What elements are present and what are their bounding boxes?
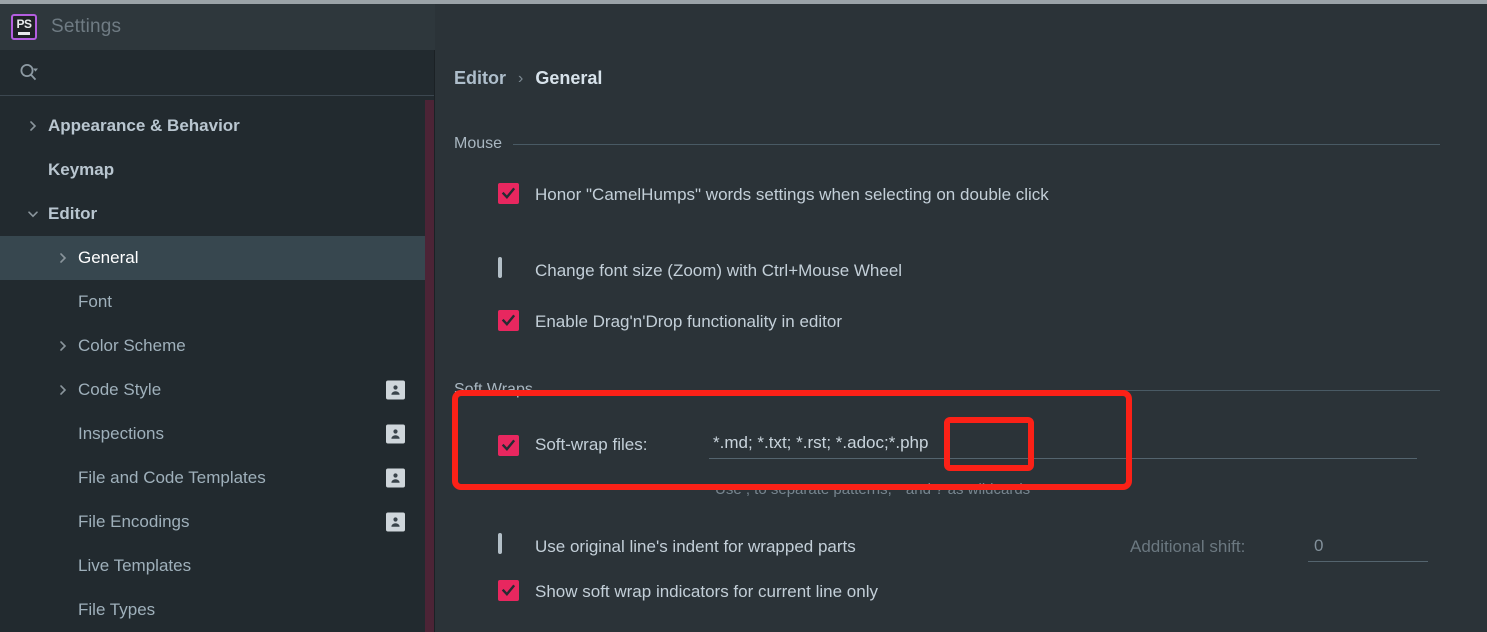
logo-text: PS <box>16 17 32 32</box>
checkbox-row-soft-wrap-files[interactable]: Soft-wrap files: <box>498 434 647 456</box>
section-title-mouse: Mouse <box>454 135 503 152</box>
logo-underline <box>18 32 30 35</box>
sidebar-search-row[interactable] <box>0 50 435 96</box>
sidebar-divider <box>434 50 435 632</box>
checkbox-label-honor-camelhumps: Honor "CamelHumps" words settings when s… <box>535 185 1049 204</box>
chevron-right-icon[interactable] <box>56 383 70 397</box>
person-icon <box>386 380 405 400</box>
sidebar-item-general[interactable]: General <box>0 236 435 280</box>
window-title: Settings <box>51 16 122 37</box>
sidebar-item-label: Font <box>78 292 113 311</box>
sidebar-item-label: File Encodings <box>78 512 190 531</box>
label-additional-shift: Additional shift: <box>1130 537 1246 556</box>
checkbox-row-change-font-size[interactable]: Change font size (Zoom) with Ctrl+Mouse … <box>498 257 903 284</box>
checkbox-show-soft-wrap-indicators[interactable] <box>498 580 519 601</box>
checkbox-label-drag-n-drop: Enable Drag'n'Drop functionality in edit… <box>535 312 842 331</box>
title-bar: PS Settings <box>0 4 435 50</box>
person-icon <box>386 512 405 532</box>
sidebar-item-file-types[interactable]: File Types <box>0 588 435 632</box>
settings-sidebar: Appearance & Behavior Keymap Editor General… <box>0 50 435 632</box>
sidebar-item-file-encodings[interactable]: File Encodings <box>0 500 435 544</box>
checkbox-row-use-original-indent[interactable]: Use original line's indent for wrapped p… <box>498 533 856 560</box>
sidebar-item-label: General <box>78 248 139 267</box>
sidebar-item-label: Editor <box>48 204 98 223</box>
person-icon <box>386 424 405 444</box>
person-icon <box>386 468 405 488</box>
sidebar-item-editor[interactable]: Editor <box>0 192 435 236</box>
search-input[interactable] <box>48 60 418 86</box>
settings-main-panel: Editor › General Mouse Honor "CamelHumps… <box>436 4 1487 632</box>
sidebar-item-label: File Types <box>78 600 156 619</box>
checkbox-row-show-soft-wrap-indicators[interactable]: Show soft wrap indicators for current li… <box>498 579 878 605</box>
sidebar-item-label: Appearance & Behavior <box>48 116 240 135</box>
section-title-soft-wraps: Soft Wraps <box>454 381 533 398</box>
phpstorm-logo-icon: PS <box>11 14 37 40</box>
sidebar-item-label: Keymap <box>48 160 115 179</box>
soft-wrap-files-input[interactable] <box>709 431 1417 459</box>
settings-dialog: PS Settings Appearance & Behavior Keymap E… <box>0 0 1487 632</box>
label-soft-wrap-files: Soft-wrap files: <box>535 435 648 454</box>
checkbox-row-drag-n-drop[interactable]: Enable Drag'n'Drop functionality in edit… <box>498 309 842 335</box>
checkbox-soft-wrap-files[interactable] <box>498 435 519 456</box>
sidebar-item-live-templates[interactable]: Live Templates <box>0 544 435 588</box>
checkbox-drag-n-drop[interactable] <box>498 310 519 331</box>
section-header-soft-wraps: Soft Wraps <box>454 381 1440 399</box>
chevron-right-icon[interactable] <box>56 339 70 353</box>
soft-wrap-files-hint: Use ; to separate patterns, * and ? as w… <box>715 481 1031 498</box>
checkbox-honor-camelhumps[interactable] <box>498 183 519 204</box>
settings-tree: Appearance & Behavior Keymap Editor General… <box>0 96 435 619</box>
checkbox-row-honor-camelhumps[interactable]: Honor "CamelHumps" words settings when s… <box>498 182 1138 208</box>
checkbox-label-change-font-size: Change font size (Zoom) with Ctrl+Mouse … <box>535 261 903 280</box>
section-rule-mouse <box>513 143 1440 145</box>
sidebar-item-label: File and Code Templates <box>78 468 266 487</box>
section-header-mouse: Mouse <box>454 135 1440 153</box>
sidebar-item-appearance-behavior[interactable]: Appearance & Behavior <box>0 104 435 148</box>
checkbox-change-font-size[interactable] <box>498 257 519 280</box>
sidebar-item-label: Color Scheme <box>78 336 186 355</box>
section-rule-soft-wraps <box>543 389 1440 391</box>
sidebar-item-label: Inspections <box>78 424 164 443</box>
chevron-right-icon[interactable] <box>56 251 70 265</box>
breadcrumb-separator: › <box>518 69 524 87</box>
chevron-right-icon[interactable] <box>26 119 40 133</box>
search-icon[interactable] <box>18 62 40 84</box>
checkbox-label-show-soft-wrap-indicators: Show soft wrap indicators for current li… <box>535 582 878 601</box>
breadcrumb-current: General <box>535 68 603 88</box>
additional-shift-input[interactable] <box>1308 534 1428 562</box>
breadcrumb-parent[interactable]: Editor <box>454 68 506 89</box>
sidebar-item-keymap[interactable]: Keymap <box>0 148 435 192</box>
breadcrumb: Editor › General <box>454 68 602 89</box>
sidebar-item-label: Code Style <box>78 380 162 399</box>
sidebar-item-code-style[interactable]: Code Style <box>0 368 435 412</box>
sidebar-item-inspections[interactable]: Inspections <box>0 412 435 456</box>
checkbox-use-original-indent[interactable] <box>498 533 519 556</box>
sidebar-item-color-scheme[interactable]: Color Scheme <box>0 324 435 368</box>
chevron-down-icon[interactable] <box>26 207 40 221</box>
sidebar-item-label: Live Templates <box>78 556 192 575</box>
sidebar-item-font[interactable]: Font <box>0 280 435 324</box>
sidebar-item-file-and-code-templates[interactable]: File and Code Templates <box>0 456 435 500</box>
checkbox-label-use-original-indent: Use original line's indent for wrapped p… <box>535 537 856 556</box>
